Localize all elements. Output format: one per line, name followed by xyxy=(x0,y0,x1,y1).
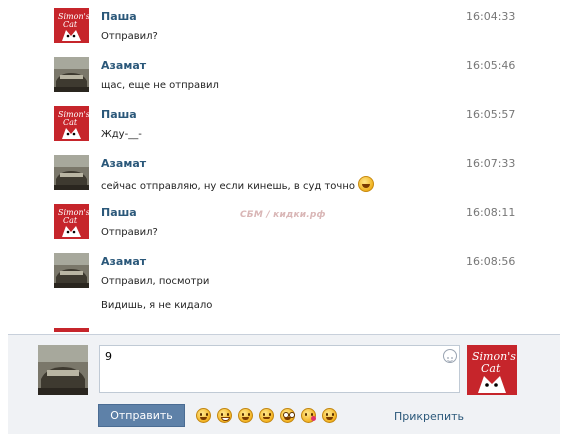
author-name[interactable]: Азамат xyxy=(101,59,146,72)
message-text: Отправил? xyxy=(101,31,158,42)
avatar[interactable]: Simon's Cat xyxy=(54,8,89,43)
message-composer: 9 Simon's Cat Отправить Прикрепить xyxy=(8,334,560,434)
svg-text:Cat: Cat xyxy=(481,362,501,375)
avatar[interactable] xyxy=(54,57,89,92)
author-name[interactable]: Азамат xyxy=(101,255,146,268)
message-history[interactable]: Simon's Cat Паша 16:04:33 Отправил? Азам… xyxy=(0,0,562,332)
simons-cat-logo-icon: Simon's Cat xyxy=(54,8,89,43)
message-text: сейчас отправляю, ну если кинешь, в суд … xyxy=(101,176,374,192)
send-button[interactable]: Отправить xyxy=(98,404,185,427)
car-photo-icon xyxy=(54,253,89,288)
author-name[interactable]: Азамат xyxy=(101,157,146,170)
kiss-emoji-icon[interactable] xyxy=(301,408,316,423)
car-photo-icon xyxy=(38,345,88,395)
simons-cat-logo-icon: Simon's Cat xyxy=(54,106,89,141)
avatar[interactable] xyxy=(54,253,89,288)
message-item: Азамат 16:07:33 сейчас отправляю, ну есл… xyxy=(0,155,562,203)
message-time: 16:05:46 xyxy=(466,59,516,72)
message-item: Simon's Cat Паша 16:05:57 Жду-__- xyxy=(0,106,562,154)
message-text: Жду-__- xyxy=(101,129,142,140)
avatar[interactable]: Simon's Cat xyxy=(54,204,89,239)
message-text: Отправил, посмотри xyxy=(101,276,210,287)
smile-picker-icon[interactable] xyxy=(443,349,457,363)
simons-cat-logo-icon: Simon's Cat xyxy=(467,345,517,395)
message-time: 16:08:11 xyxy=(466,206,516,219)
message-text: щас, еще не отправил xyxy=(101,80,219,91)
nerd-emoji-icon[interactable] xyxy=(280,408,295,423)
svg-text:Cat: Cat xyxy=(63,20,78,29)
car-photo-icon xyxy=(54,155,89,190)
message-time: 16:08:56 xyxy=(466,255,516,268)
author-name[interactable]: Паша xyxy=(101,108,137,121)
svg-text:Cat: Cat xyxy=(63,216,78,225)
message-item: Simon's Cat Паша 16:04:33 Отправил? xyxy=(0,8,562,56)
svg-text:Cat: Cat xyxy=(63,118,78,127)
message-text: Отправил? xyxy=(101,227,158,238)
simons-cat-logo-icon: Simon's Cat xyxy=(54,204,89,239)
avatar[interactable] xyxy=(54,155,89,190)
car-photo-icon xyxy=(54,57,89,92)
grin-emoji-icon[interactable] xyxy=(217,408,232,423)
persevere-emoji-icon xyxy=(357,176,374,192)
author-name[interactable]: Паша xyxy=(101,10,137,23)
blush-emoji-icon[interactable] xyxy=(259,408,274,423)
avatar[interactable]: Simon's Cat xyxy=(54,106,89,141)
attach-link[interactable]: Прикрепить xyxy=(394,410,464,423)
my-avatar[interactable] xyxy=(38,345,88,395)
message-time: 16:04:33 xyxy=(466,10,516,23)
happy-emoji-icon[interactable] xyxy=(322,408,337,423)
message-item: Азамат 16:08:56 Отправил, посмотри Видиш… xyxy=(0,253,562,323)
avatar xyxy=(54,328,89,332)
message-time: 16:05:57 xyxy=(466,108,516,121)
recipient-avatar[interactable]: Simon's Cat xyxy=(467,345,517,395)
message-item: Азамат 16:05:46 щас, еще не отправил xyxy=(0,57,562,105)
message-input[interactable]: 9 xyxy=(99,345,460,393)
persevere-emoji-icon[interactable] xyxy=(196,408,211,423)
message-text-content: сейчас отправляю, ну если кинешь, в суд … xyxy=(101,181,355,192)
smile-emoji-icon[interactable] xyxy=(238,408,253,423)
message-item: Simon's Cat Паша 16:08:11 Отправил? xyxy=(0,204,562,252)
author-name[interactable]: Паша xyxy=(101,206,137,219)
message-time: 16:07:33 xyxy=(466,157,516,170)
message-text: Видишь, я не кидало xyxy=(101,300,213,311)
